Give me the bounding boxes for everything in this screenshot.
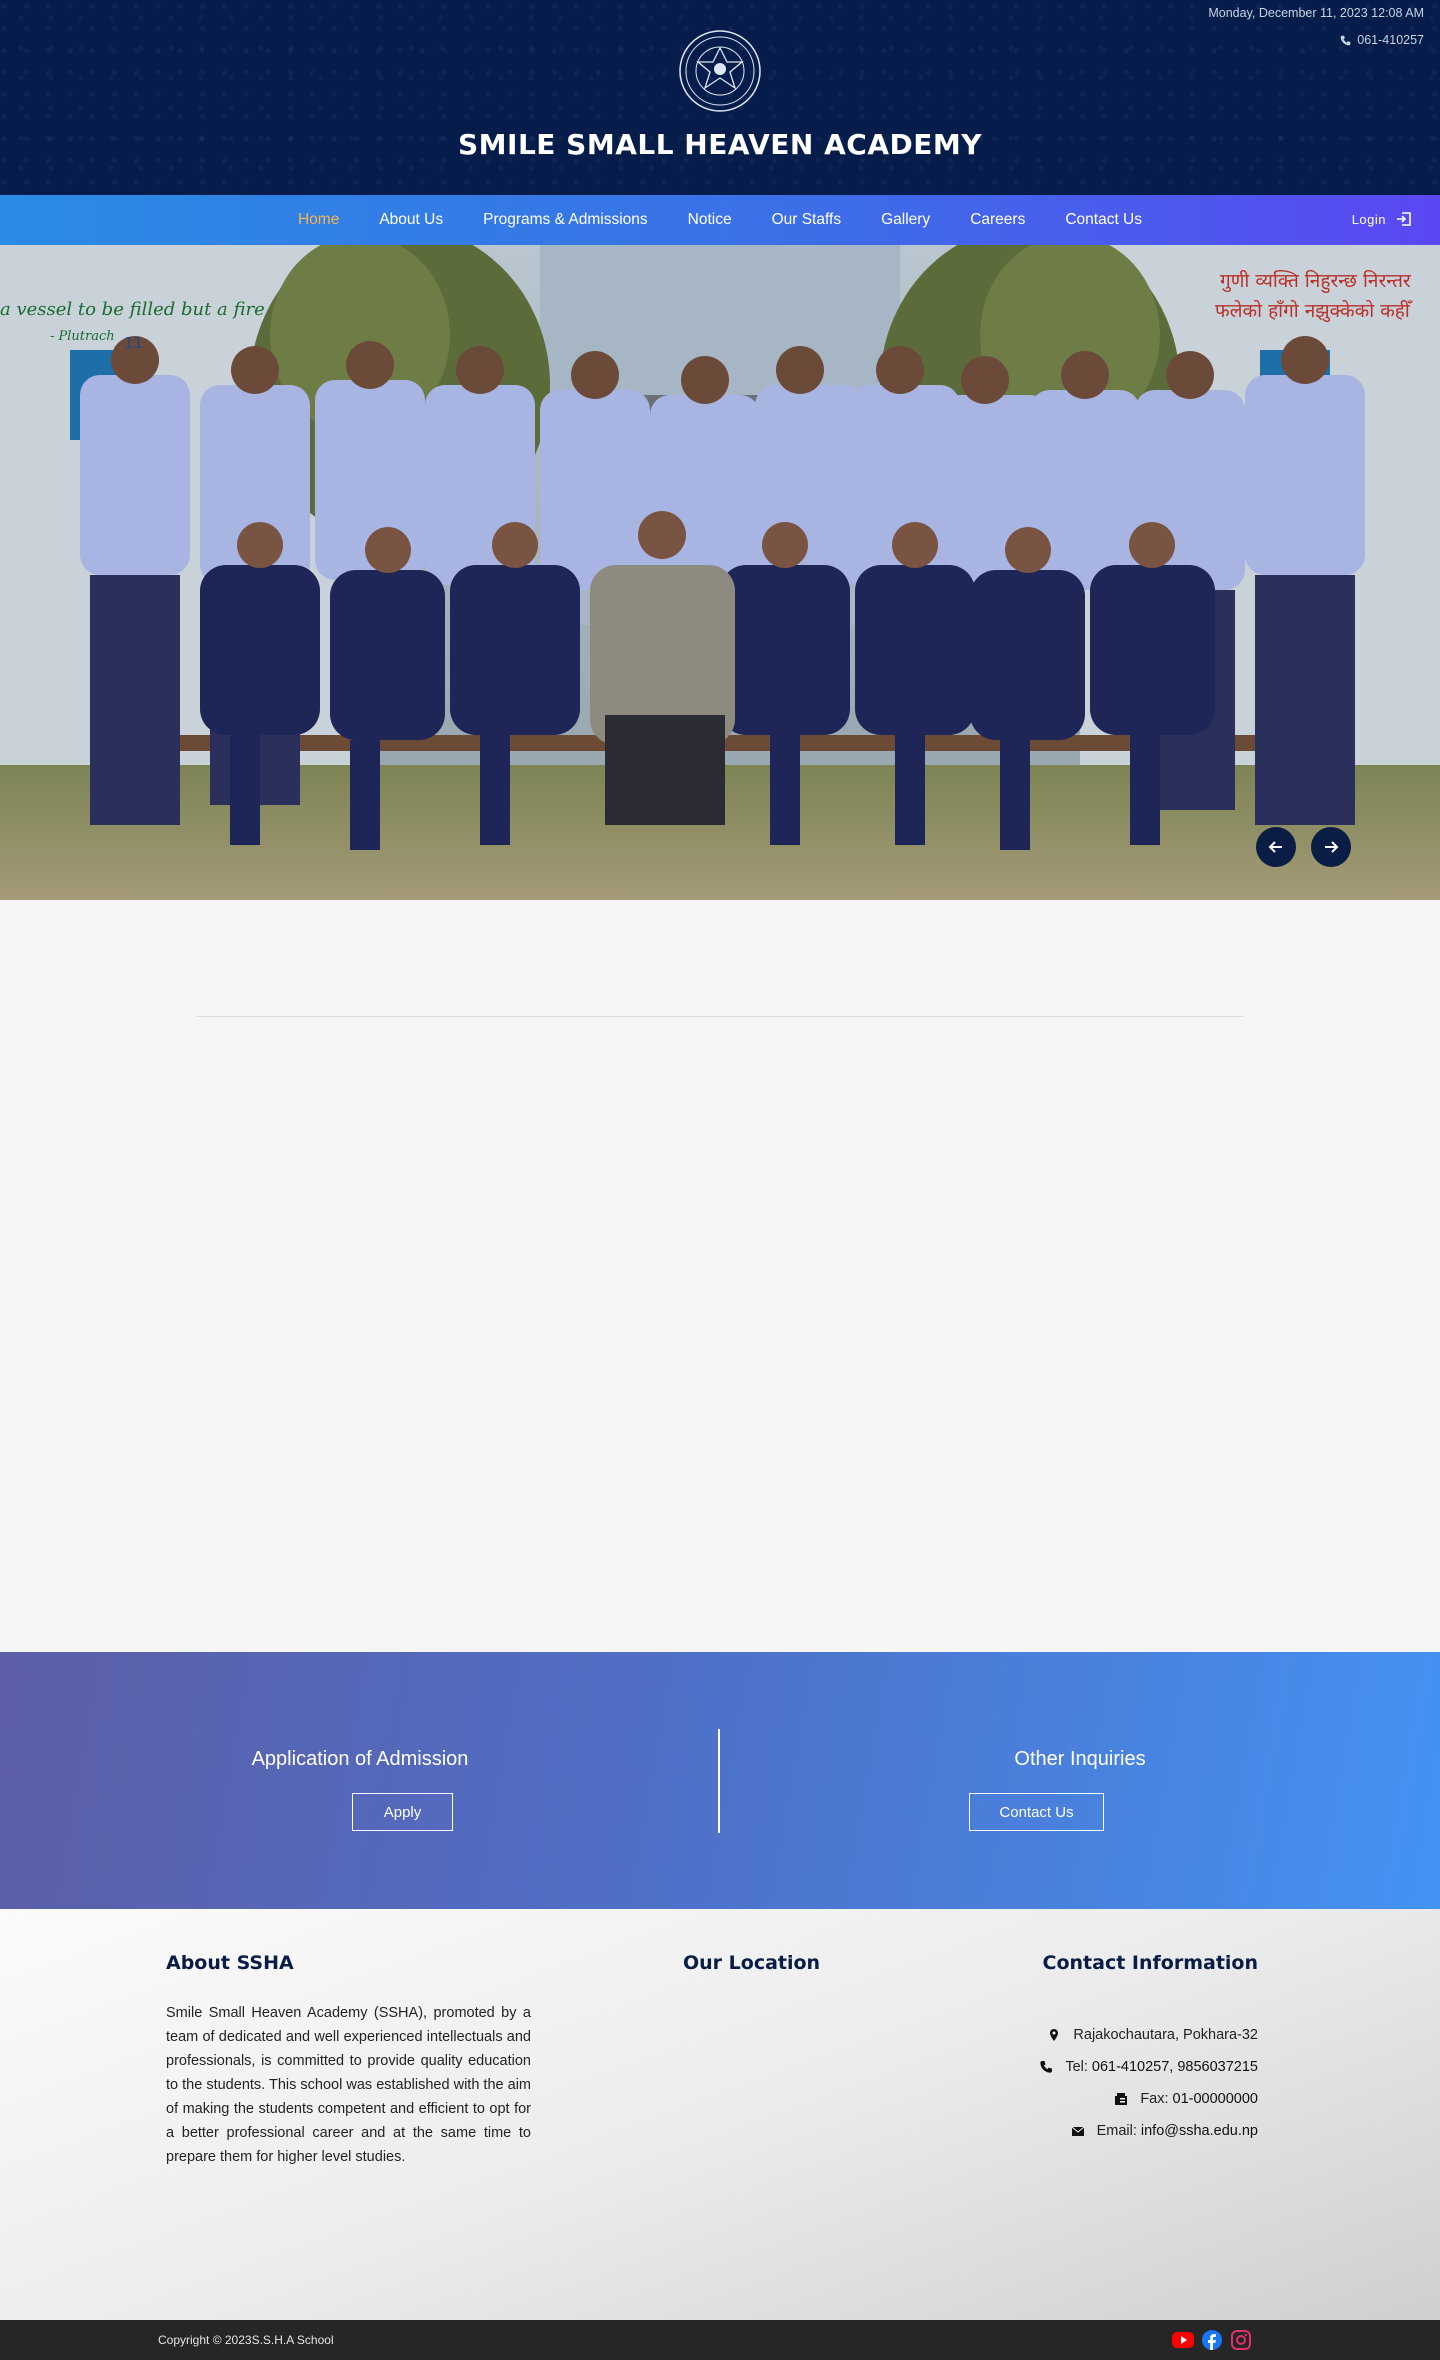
tel-line: Tel: 061-410257, 9856037215: [858, 2051, 1258, 2083]
school-logo[interactable]: [672, 28, 768, 114]
about-text: Smile Small Heaven Academy (SSHA), promo…: [166, 2005, 531, 2165]
tel-value[interactable]: 061-410257, 9856037215: [1092, 2059, 1258, 2075]
login-label: Login: [1351, 211, 1386, 227]
arrow-left-icon: [1268, 841, 1282, 853]
wall-quote-left: a vessel to be filled but a fire: [0, 299, 265, 320]
phone-icon: [1040, 2061, 1053, 2073]
about-title: About SSHA: [166, 1952, 294, 1974]
section-divider: [196, 1016, 1244, 1017]
tel-label: Tel:: [1065, 2059, 1088, 2075]
facebook-icon[interactable]: [1200, 2329, 1224, 2351]
wall-quote-right: गुणी व्यक्ति निहुरन्छ निरन्तर: [1220, 269, 1412, 294]
nav-item-careers[interactable]: Careers: [950, 211, 1045, 229]
fax-label: Fax:: [1140, 2091, 1169, 2107]
login-link[interactable]: Login: [1352, 211, 1412, 227]
cta-band: Application of Admission Apply Other Inq…: [0, 1652, 1440, 1909]
contact-title: Contact Information: [1042, 1952, 1258, 1974]
site-header: Monday, December 11, 2023 12:08 AM 061-4…: [0, 0, 1440, 195]
current-date: Monday, December 11, 2023 12:08 AM: [1208, 6, 1424, 20]
nav-menu: Home About Us Programs & Admissions Noti…: [0, 195, 1440, 245]
site-title: SMILE SMALL HEAVEN ACADEMY: [458, 128, 982, 161]
email-label: Email:: [1096, 2123, 1137, 2139]
map-pin-icon: [1050, 2029, 1059, 2041]
wall-quote-left-author: - Plutrach: [50, 329, 115, 344]
header-phone-number: 061-410257: [1357, 33, 1424, 47]
location-title: Our Location: [683, 1952, 821, 1974]
address-line: Rajakochautara, Pokhara-32: [858, 2019, 1258, 2051]
fax-value: 01-00000000: [1172, 2091, 1258, 2107]
nav-item-our-staffs[interactable]: Our Staffs: [752, 211, 862, 229]
address: Rajakochautara, Pokhara-32: [1073, 2027, 1258, 2043]
phone-icon: [1340, 35, 1351, 45]
inquiries-title: Other Inquiries: [1014, 1748, 1146, 1770]
youtube-icon[interactable]: [1171, 2329, 1195, 2351]
wall-number: 11: [124, 334, 143, 352]
login-icon: [1397, 212, 1411, 226]
bottom-bar: Copyright © 2023S.S.H.A School: [0, 2320, 1440, 2360]
copyright: Copyright © 2023S.S.H.A School: [158, 2333, 334, 2347]
nav-item-programs-admissions[interactable]: Programs & Admissions: [463, 211, 668, 229]
slider-next-button[interactable]: [1311, 827, 1351, 867]
main-nav: Home About Us Programs & Admissions Noti…: [0, 195, 1440, 245]
wall-quote-right-2: फलेको हाँगो नझुक्केको कहीँ: [1215, 299, 1413, 323]
fax-icon: [1115, 2093, 1128, 2105]
admission-title: Application of Admission: [251, 1748, 469, 1770]
nav-item-notice[interactable]: Notice: [668, 211, 752, 229]
hero-image: a vessel to be filled but a fire - Plutr…: [0, 245, 1440, 900]
envelope-icon: [1071, 2126, 1084, 2136]
nav-item-gallery[interactable]: Gallery: [861, 211, 950, 229]
apply-button[interactable]: Apply: [352, 1793, 453, 1831]
fax-line: Fax: 01-00000000: [858, 2083, 1258, 2115]
nav-item-about-us[interactable]: About Us: [359, 211, 463, 229]
nav-item-home[interactable]: Home: [278, 211, 359, 229]
header-phone: 061-410257: [1340, 33, 1424, 47]
contact-us-button[interactable]: Contact Us: [969, 1793, 1104, 1831]
email-line: Email: info@ssha.edu.np: [858, 2115, 1258, 2147]
admission-block: Application of Admission Apply: [0, 1652, 720, 1909]
nav-item-contact-us[interactable]: Contact Us: [1045, 211, 1162, 229]
email-value[interactable]: info@ssha.edu.np: [1141, 2123, 1258, 2139]
slider-prev-button[interactable]: [1256, 827, 1296, 867]
arrow-right-icon: [1325, 841, 1339, 853]
hero-slider: a vessel to be filled but a fire - Plutr…: [0, 245, 1440, 900]
social-links: [1171, 2329, 1253, 2351]
site-footer: About SSHA Smile Small Heaven Academy (S…: [0, 1909, 1440, 2320]
contact-info: Rajakochautara, Pokhara-32 Tel: 061-4102…: [858, 2019, 1258, 2147]
inquiries-block: Other Inquiries Contact Us: [720, 1652, 1440, 1909]
instagram-icon[interactable]: [1229, 2329, 1253, 2351]
